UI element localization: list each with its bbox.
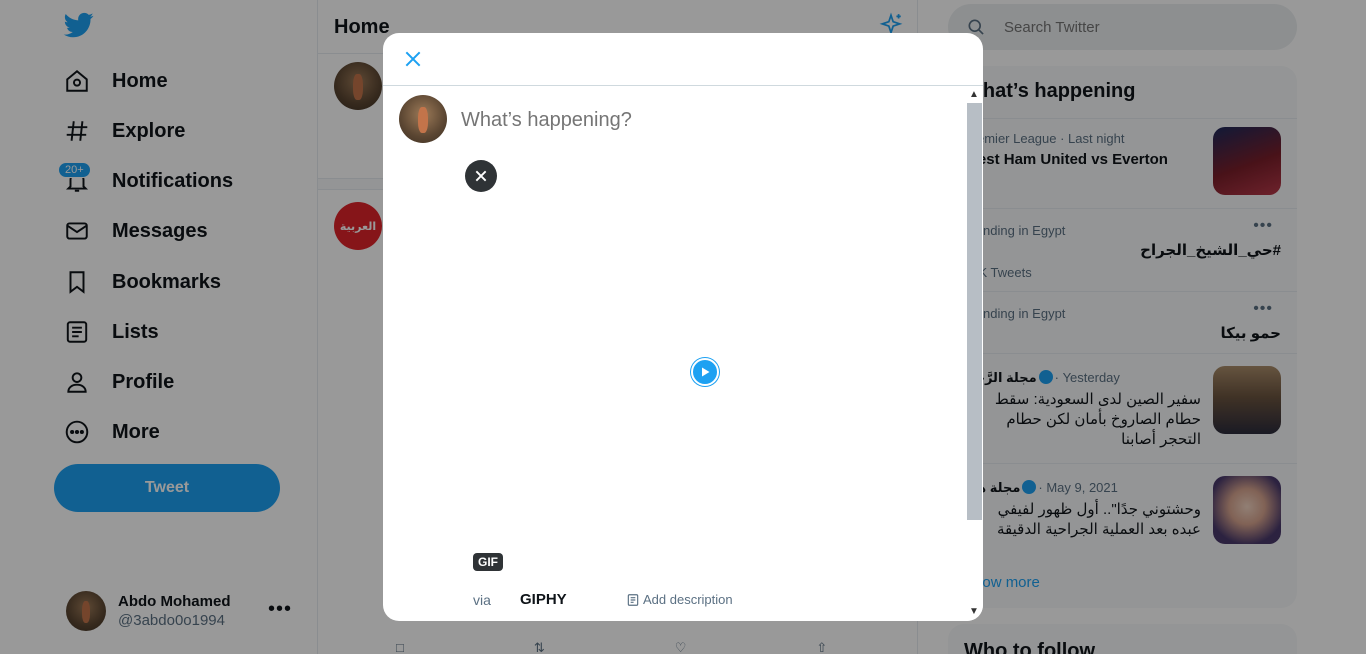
add-description-label: Add description	[643, 592, 733, 607]
via-label: via	[473, 592, 491, 608]
scroll-down-arrow-icon[interactable]: ▼	[969, 606, 979, 617]
compose-tweet-modal: GIF via GIPHY Add description ▲ ▼	[383, 33, 983, 621]
modal-header-divider	[383, 85, 983, 86]
gif-preview	[461, 153, 961, 553]
add-description-button[interactable]: Add description	[626, 592, 733, 607]
giphy-attribution: GIPHY	[520, 591, 567, 608]
play-button[interactable]	[691, 358, 719, 386]
remove-media-button[interactable]	[465, 160, 497, 192]
scroll-up-arrow-icon[interactable]: ▲	[969, 89, 979, 100]
play-icon	[702, 367, 710, 377]
document-icon	[627, 593, 639, 606]
close-icon[interactable]	[399, 45, 427, 73]
gif-badge: GIF	[473, 553, 503, 571]
compose-text-input[interactable]	[461, 109, 941, 132]
close-icon	[475, 170, 487, 182]
avatar	[399, 95, 447, 143]
scrollbar-thumb[interactable]	[967, 103, 982, 520]
